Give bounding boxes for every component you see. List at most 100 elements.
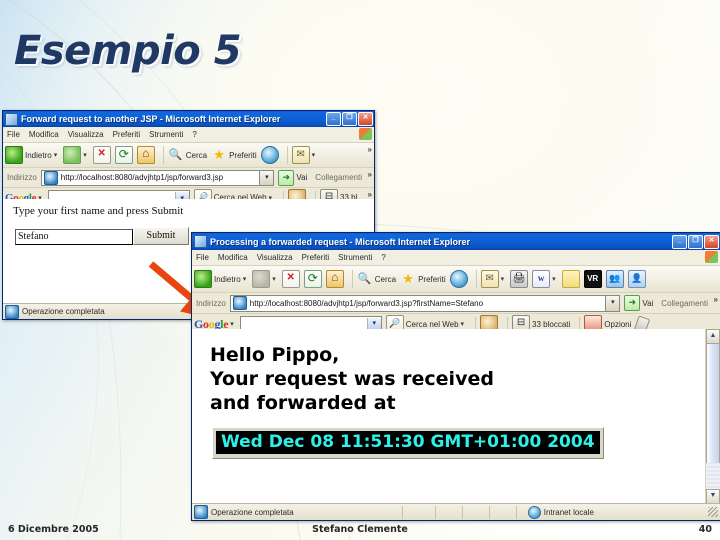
address-dropdown-icon[interactable]: ▾ bbox=[605, 294, 621, 312]
menu-item-preferiti[interactable]: Preferiti bbox=[113, 130, 141, 139]
home-button[interactable] bbox=[325, 270, 344, 288]
menu-item-preferiti[interactable]: Preferiti bbox=[302, 253, 330, 262]
menu-item-file[interactable]: File bbox=[196, 253, 209, 262]
home-button[interactable] bbox=[136, 146, 155, 164]
back-arrow-icon bbox=[5, 146, 23, 164]
menu-item-modifica[interactable]: Modifica bbox=[218, 253, 248, 262]
back-button[interactable]: Indietro ▾ bbox=[5, 146, 59, 164]
chevron-down-icon[interactable]: ▾ bbox=[54, 151, 58, 159]
vr-button[interactable] bbox=[583, 270, 602, 288]
refresh-button[interactable] bbox=[303, 270, 322, 288]
window2-titlebar-buttons[interactable]: _ ❐ ✕ bbox=[672, 234, 719, 249]
search-button[interactable]: Cerca bbox=[357, 271, 396, 287]
window1-menubar[interactable]: File Modifica Visualizza Preferiti Strum… bbox=[3, 127, 374, 143]
window2-toolbar[interactable]: Indietro ▾ ▾ Cerca Preferiti bbox=[192, 266, 720, 293]
search-button[interactable]: Cerca bbox=[168, 147, 207, 163]
window2-menubar[interactable]: File Modifica Visualizza Preferiti Strum… bbox=[192, 250, 720, 266]
footer-author: Stefano Clemente bbox=[312, 524, 408, 535]
submit-button[interactable]: Submit bbox=[133, 227, 189, 245]
address-dropdown-icon[interactable]: ▾ bbox=[259, 169, 275, 186]
maximize-button[interactable]: ❐ bbox=[688, 234, 703, 249]
address-input[interactable]: http://localhost:8080/advjhtp1/jsp/forwa… bbox=[229, 294, 606, 312]
print-button[interactable] bbox=[510, 270, 529, 288]
firstname-input[interactable]: Stefano bbox=[15, 229, 133, 245]
window2-page-content: Hello Pippo, Your request was received a… bbox=[192, 329, 720, 504]
footer-page-number: 40 bbox=[698, 524, 712, 535]
address-overflow-button[interactable]: » bbox=[714, 295, 718, 304]
menu-item-visualizza[interactable]: Visualizza bbox=[68, 130, 104, 139]
search-label: Cerca bbox=[374, 274, 397, 284]
chevron-down-icon[interactable]: ▾ bbox=[552, 275, 556, 283]
scrollbar-track[interactable] bbox=[706, 463, 720, 490]
back-button[interactable]: Indietro ▾ bbox=[194, 270, 248, 288]
search-icon bbox=[168, 147, 184, 163]
scroll-up-button[interactable]: ▲ bbox=[706, 329, 720, 344]
window1-titlebar-buttons[interactable]: _ ❐ ✕ bbox=[326, 112, 373, 126]
links-label[interactable]: Collegamenti bbox=[315, 173, 362, 182]
menu-item-visualizza[interactable]: Visualizza bbox=[257, 253, 293, 262]
minimize-button[interactable]: _ bbox=[672, 234, 687, 249]
vertical-scrollbar[interactable]: ▲ ▼ bbox=[705, 329, 720, 504]
zone-icon bbox=[527, 505, 541, 519]
menu-item-help[interactable]: ? bbox=[192, 130, 196, 139]
people-button[interactable] bbox=[627, 270, 646, 288]
chevron-down-icon[interactable]: ▾ bbox=[461, 320, 465, 328]
forward-button[interactable]: ▾ bbox=[252, 270, 278, 288]
menu-item-help[interactable]: ? bbox=[381, 253, 385, 262]
google-overflow-button[interactable]: » bbox=[368, 190, 372, 199]
scroll-down-button[interactable]: ▼ bbox=[706, 489, 720, 504]
window2-status-text: Operazione completata bbox=[211, 507, 294, 517]
resize-grip[interactable] bbox=[707, 507, 718, 517]
refresh-icon bbox=[114, 146, 133, 164]
address-overflow-button[interactable]: » bbox=[368, 170, 372, 179]
address-input[interactable]: http://localhost:8080/advjhtp1/jsp/forwa… bbox=[40, 169, 260, 186]
favorites-button[interactable]: Preferiti bbox=[400, 271, 446, 287]
greeting-line-1: Hello Pippo, bbox=[210, 344, 340, 366]
stop-button[interactable] bbox=[92, 146, 111, 164]
windows-flag-icon bbox=[359, 128, 372, 140]
window1-address-row[interactable]: Indirizzo http://localhost:8080/advjhtp1… bbox=[3, 168, 374, 188]
window2-address-row[interactable]: Indirizzo http://localhost:8080/advjhtp1… bbox=[192, 293, 720, 314]
mail-button[interactable]: ▾ bbox=[291, 146, 318, 164]
chevron-down-icon[interactable]: ▾ bbox=[272, 275, 276, 283]
close-button[interactable]: ✕ bbox=[358, 112, 373, 126]
go-label: Vai bbox=[296, 173, 308, 182]
forward-button[interactable]: ▾ bbox=[63, 146, 89, 164]
media-button[interactable] bbox=[449, 270, 468, 288]
menu-item-modifica[interactable]: Modifica bbox=[29, 130, 59, 139]
window1-toolbar[interactable]: Indietro ▾ ▾ Cerca Preferiti bbox=[3, 143, 374, 168]
menu-item-strumenti[interactable]: Strumenti bbox=[338, 253, 372, 262]
firstname-prompt: Type your first name and press Submit bbox=[13, 205, 184, 217]
go-button[interactable]: Vai bbox=[624, 295, 653, 311]
window2-titlebar[interactable]: Processing a forwarded request - Microso… bbox=[192, 233, 720, 250]
chevron-down-icon[interactable]: ▾ bbox=[83, 151, 87, 159]
close-button[interactable]: ✕ bbox=[704, 234, 719, 249]
window1-titlebar[interactable]: Forward request to another JSP - Microso… bbox=[3, 111, 374, 127]
mail-button[interactable]: ▾ bbox=[480, 270, 507, 288]
google-dropdown-icon[interactable]: ▾ bbox=[230, 320, 234, 328]
home-icon bbox=[136, 146, 155, 164]
chevron-down-icon[interactable]: ▾ bbox=[312, 151, 316, 159]
menu-item-file[interactable]: File bbox=[7, 130, 20, 139]
minimize-button[interactable]: _ bbox=[326, 112, 341, 126]
menu-item-strumenti[interactable]: Strumenti bbox=[149, 130, 183, 139]
toolbar-overflow-button[interactable]: » bbox=[368, 145, 372, 154]
links-label[interactable]: Collegamenti bbox=[661, 299, 708, 308]
refresh-button[interactable] bbox=[114, 146, 133, 164]
messenger-button[interactable] bbox=[605, 270, 624, 288]
messenger-icon bbox=[605, 270, 624, 288]
chevron-down-icon[interactable]: ▾ bbox=[501, 275, 505, 283]
processing-forwarded-request-window[interactable]: Processing a forwarded request - Microso… bbox=[191, 232, 720, 521]
favorites-button[interactable]: Preferiti bbox=[211, 147, 257, 163]
media-button[interactable] bbox=[260, 146, 279, 164]
notes-button[interactable] bbox=[561, 270, 580, 288]
go-button[interactable]: Vai bbox=[278, 169, 308, 186]
star-icon bbox=[211, 147, 227, 163]
maximize-button[interactable]: ❐ bbox=[342, 112, 357, 126]
scrollbar-thumb[interactable] bbox=[706, 343, 720, 465]
forward-arrow-icon bbox=[252, 270, 271, 288]
edit-button[interactable]: ▾ bbox=[532, 270, 558, 288]
address-url-text: http://localhost:8080/advjhtp1/jsp/forwa… bbox=[60, 173, 224, 182]
chevron-down-icon[interactable]: ▾ bbox=[243, 275, 247, 283]
stop-button[interactable] bbox=[281, 270, 300, 288]
